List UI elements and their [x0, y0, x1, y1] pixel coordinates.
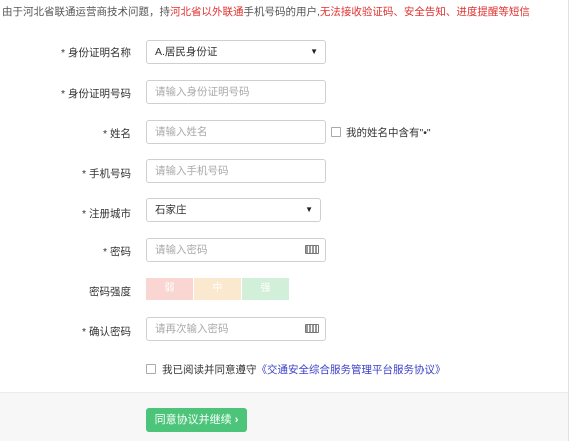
city-label: * 注册城市 [81, 208, 131, 220]
name-label: * 姓名 [102, 128, 131, 140]
agreement-link[interactable]: 《交通安全综合服务管理平台服务协议》 [257, 364, 446, 376]
strength-strong: 强 [242, 278, 289, 300]
id-number-label: * 身份证明号码 [60, 88, 131, 100]
name-dot-checkbox-label: 我的姓名中含有"•" [346, 127, 431, 139]
keyboard-icon[interactable] [305, 245, 319, 254]
id-number-input[interactable]: 请输入身份证明号码 [146, 80, 326, 104]
strength-medium: 中 [194, 278, 241, 300]
caret-down-icon: ▼ [305, 205, 313, 214]
password-label: * 密码 [102, 246, 131, 258]
footer-bar [0, 392, 568, 441]
name-input[interactable]: 请输入姓名 [146, 120, 326, 144]
phone-label: * 手机号码 [81, 168, 131, 180]
agreement-checkbox[interactable] [146, 364, 156, 374]
notice-text: 由于河北省联通运营商技术问题，持河北省以外联通手机号码的用户,无法接收验证码、安… [2, 6, 530, 18]
caret-down-icon: ▼ [310, 47, 318, 56]
name-dot-checkbox[interactable] [331, 127, 341, 137]
strength-weak: 弱 [146, 278, 193, 300]
confirm-password-input[interactable]: 请再次输入密码 [146, 317, 326, 341]
id-type-label: * 身份证明名称 [60, 47, 131, 59]
chevron-right-icon: › [234, 414, 239, 426]
confirm-password-label: * 确认密码 [81, 326, 131, 338]
agreement-text: 我已阅读并同意遵守《交通安全综合服务管理平台服务协议》 [162, 364, 446, 376]
city-select[interactable]: 石家庄 ▼ [146, 198, 321, 222]
id-type-select[interactable]: A.居民身份证 ▼ [146, 40, 326, 64]
keyboard-icon[interactable] [305, 324, 319, 333]
phone-input[interactable]: 请输入手机号码 [146, 159, 326, 183]
password-strength-label: 密码强度 [89, 286, 131, 298]
submit-button[interactable]: 同意协议并继续 › [146, 408, 247, 432]
password-input[interactable]: 请输入密码 [146, 238, 326, 262]
